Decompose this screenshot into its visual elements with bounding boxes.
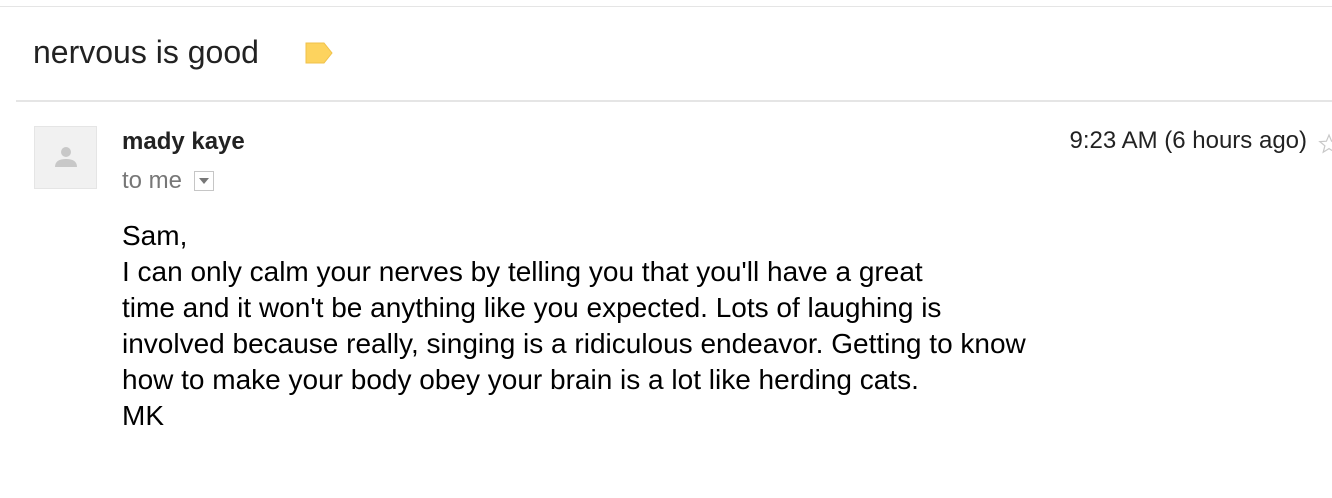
chevron-down-icon <box>199 178 210 184</box>
body-line: MK <box>122 400 164 431</box>
star-icon[interactable] <box>1318 133 1332 155</box>
label-tag-icon[interactable] <box>305 42 333 64</box>
sender-avatar[interactable] <box>34 126 97 189</box>
recipient-text: to me <box>122 167 183 194</box>
message-timestamp: 9:23 AM (6 hours ago) <box>1069 127 1307 154</box>
sender-name[interactable]: mady kaye <box>122 128 245 156</box>
body-line: Sam, <box>122 220 188 251</box>
default-person-icon <box>55 147 77 167</box>
subject-divider <box>16 100 1332 102</box>
email-subject: nervous is good <box>33 34 259 70</box>
show-details-button[interactable] <box>194 171 215 191</box>
body-line: I can only calm your nerves by telling y… <box>122 256 923 287</box>
message-body: Sam, I can only calm your nerves by tell… <box>122 218 1272 434</box>
top-divider <box>0 6 1332 7</box>
body-line: time and it won't be anything like you e… <box>122 292 942 323</box>
body-line: how to make your body obey your brain is… <box>122 364 919 395</box>
recipient-row: to me <box>122 167 215 195</box>
body-line: involved because really, singing is a ri… <box>122 328 1026 359</box>
subject-header: nervous is good <box>33 30 333 74</box>
